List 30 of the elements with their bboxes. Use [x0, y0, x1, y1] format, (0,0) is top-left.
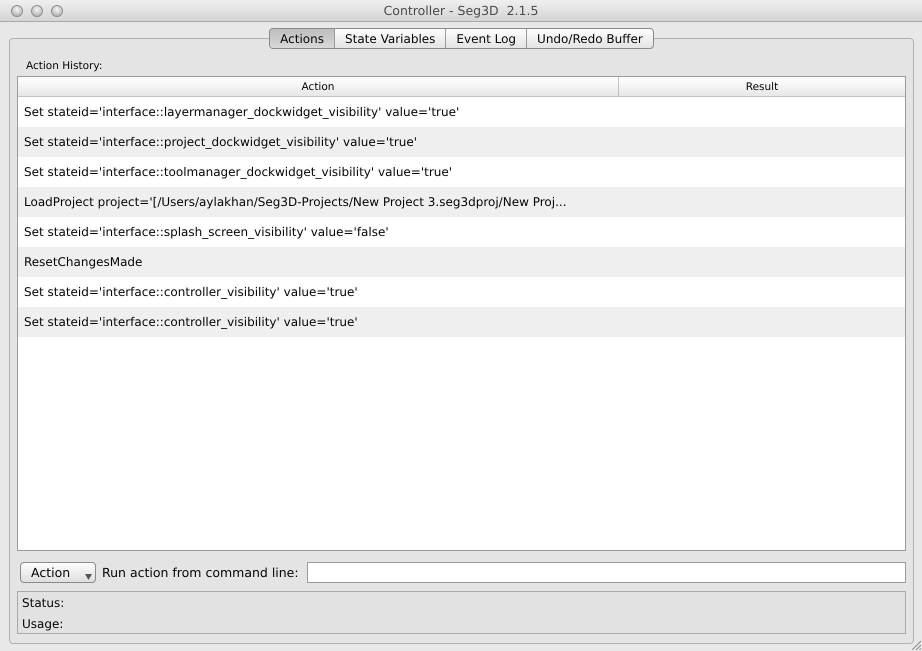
usage-label: Usage: [22, 616, 64, 632]
caret-icon [85, 574, 92, 580]
status-label: Status: [22, 595, 64, 611]
table-cell-text: ResetChangesMade [23, 254, 144, 271]
table-cell-text: Set stateid='interface::controller_visibility' value='true' [23, 314, 359, 331]
zoom-button[interactable] [51, 4, 63, 16]
table-row[interactable]: ResetChangesMade [18, 247, 905, 277]
table-cell-text: Set stateid='interface::toolmanager_dockwidget_visibility' value='true' [23, 164, 454, 181]
column-header[interactable]: Result [618, 77, 905, 96]
column-header[interactable]: Action [18, 77, 618, 96]
tab[interactable]: State Variables [334, 29, 446, 48]
resize-grip-icon[interactable] [911, 640, 921, 650]
table-cell-text: Set stateid='interface::layermanager_dockwidget_visibility' value='true' [23, 104, 460, 121]
window-title: Controller - Seg3D 2.1.5 [384, 3, 538, 18]
table-row[interactable]: LoadProject project='[/Users/aylakhan/Seg3D-Projects/New Project 3.seg3dproj/New Proj... [18, 187, 905, 217]
table-cell-text: LoadProject project='[/Users/aylakhan/Seg3D-Projects/New Project 3.seg3dproj/New Proj... [23, 194, 568, 211]
table-cell-text: Set stateid='interface::splash_screen_visibility' value='false' [23, 224, 390, 241]
tab[interactable]: Actions [270, 29, 334, 48]
tab[interactable]: Event Log [445, 29, 526, 48]
minimize-button[interactable] [31, 4, 43, 16]
table-row[interactable]: Set stateid='interface::controller_visibility' value='true' [18, 307, 905, 337]
table-cell-text: Set stateid='interface::controller_visibility' value='true' [23, 284, 359, 301]
close-button[interactable] [11, 4, 23, 16]
tab[interactable]: Undo/Redo Buffer [526, 29, 653, 48]
table-row[interactable]: Set stateid='interface::project_dockwidget_visibility' value='true' [18, 127, 905, 157]
action-dropdown-button[interactable]: Action [20, 562, 96, 583]
field-label: Run action from command line: [102, 565, 299, 580]
section-label: Action History: [26, 59, 102, 73]
table-cell-text: Set stateid='interface::project_dockwidget_visibility' value='true' [23, 134, 418, 151]
command-input-field[interactable] [306, 562, 906, 583]
